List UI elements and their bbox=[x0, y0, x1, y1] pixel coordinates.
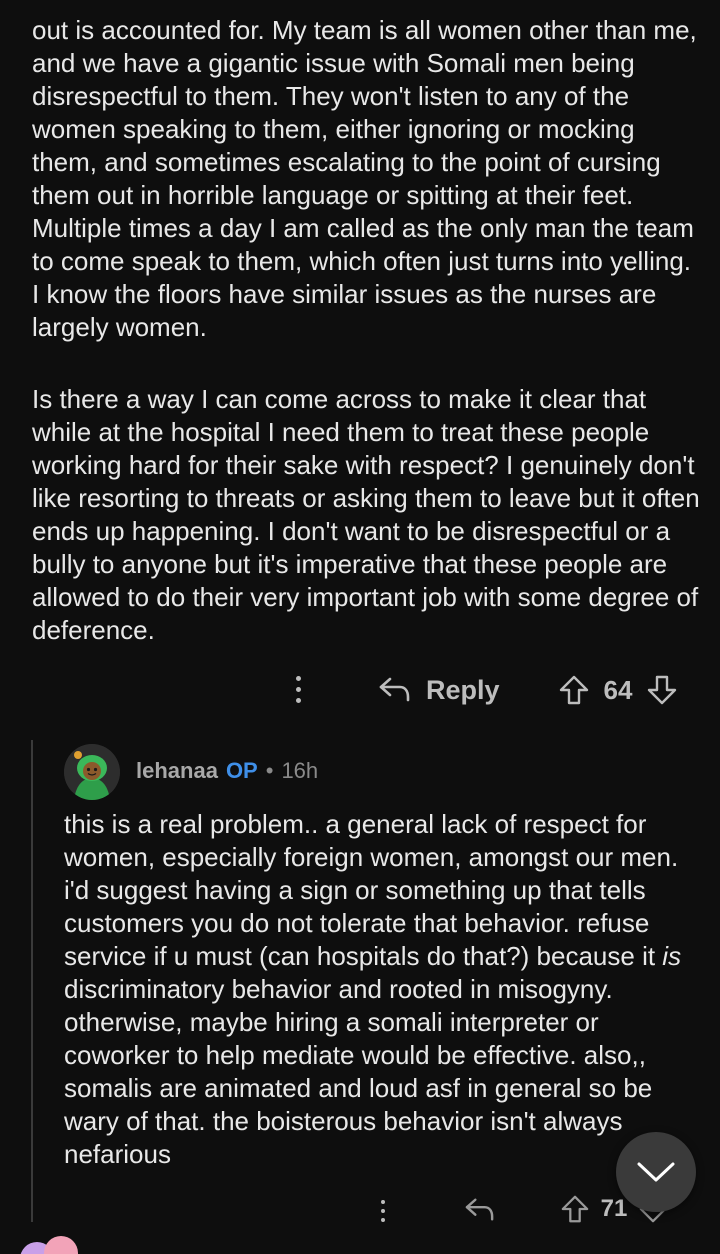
upvote-arrow-icon[interactable] bbox=[558, 674, 590, 706]
vote-count: 64 bbox=[603, 674, 633, 705]
downvote-arrow-icon[interactable] bbox=[646, 674, 678, 706]
op-badge: OP bbox=[225, 758, 258, 783]
reply-button[interactable]: Reply bbox=[378, 668, 500, 712]
reply-actions-bar: 71 bbox=[0, 1190, 720, 1234]
comment-age: 16h bbox=[281, 758, 319, 783]
reply-more-options-button[interactable] bbox=[372, 1196, 396, 1230]
reply-text-emphasis: is bbox=[662, 941, 682, 971]
username[interactable]: lehanaa bbox=[136, 758, 218, 784]
reply-text-part-2: discriminatory behavior and rooted in mi… bbox=[64, 974, 653, 1169]
post-paragraph-1: out is accounted for. My team is all wom… bbox=[32, 15, 704, 342]
collapse-thread-button[interactable] bbox=[616, 1132, 696, 1212]
avatar[interactable] bbox=[64, 744, 120, 800]
reply-text-part-1: this is a real problem.. a general lack … bbox=[64, 809, 679, 971]
meta-separator: • bbox=[265, 758, 274, 783]
thread-line[interactable] bbox=[31, 740, 33, 1222]
next-comment-peek[interactable] bbox=[20, 1236, 720, 1254]
reply-body: this is a real problem.. a general lack … bbox=[64, 808, 704, 1171]
reply-label: Reply bbox=[426, 674, 500, 705]
avatar bbox=[44, 1236, 78, 1254]
chevron-down-icon bbox=[636, 1160, 676, 1184]
reply-arrow-icon bbox=[378, 675, 412, 705]
upvote-arrow-icon[interactable] bbox=[560, 1194, 590, 1224]
comment-meta: lehanaa OP • 16h bbox=[136, 756, 318, 786]
more-options-button[interactable] bbox=[286, 670, 310, 710]
vote-controls: 64 bbox=[558, 668, 678, 712]
post-actions-bar: Reply 64 bbox=[0, 668, 720, 712]
post-paragraph-2: Is there a way I can come across to make… bbox=[32, 384, 707, 645]
reply-to-reply-button[interactable] bbox=[464, 1196, 496, 1229]
reply-arrow-icon bbox=[464, 1196, 496, 1229]
